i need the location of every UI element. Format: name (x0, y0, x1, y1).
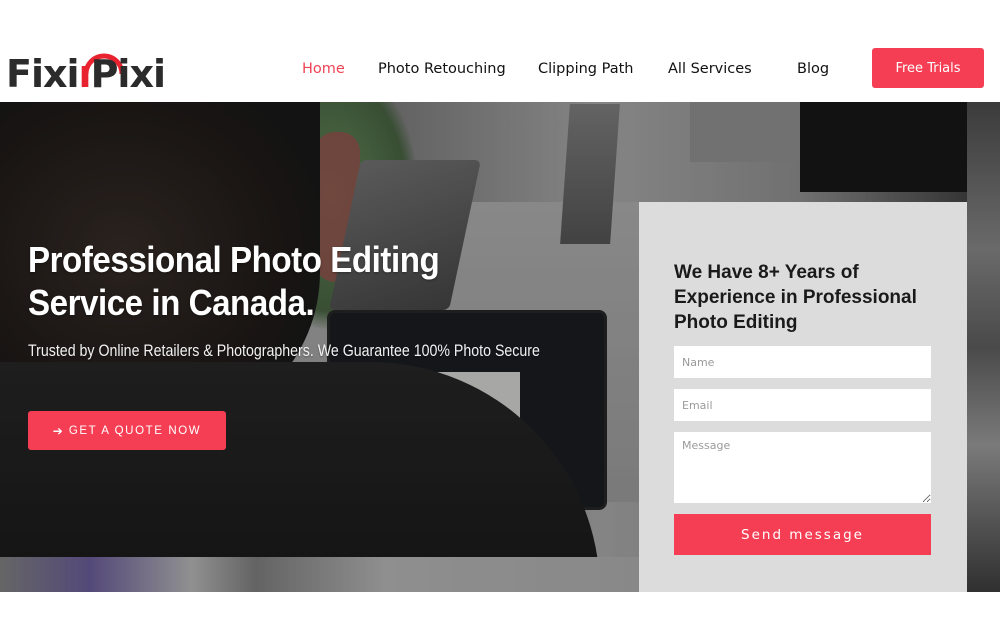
message-textarea[interactable] (674, 432, 931, 503)
contact-form-heading: We Have 8+ Years of Experience in Profes… (674, 262, 917, 333)
logo-text-red-i: ı (78, 52, 92, 96)
free-trials-button[interactable]: Free Trials (872, 48, 984, 88)
site-logo[interactable]: FixiıPixi (6, 44, 166, 96)
name-input[interactable] (674, 346, 931, 378)
logo-text: FixiıPixi (6, 52, 166, 96)
contact-form-panel: We Have 8+ Years of Experience in Profes… (639, 202, 967, 592)
nav-item-all-services[interactable]: All Services (668, 58, 752, 80)
get-quote-label: GET A QUOTE NOW (68, 424, 202, 437)
nav-item-blog[interactable]: Blog (797, 58, 829, 80)
nav-item-clipping-path[interactable]: Clipping Path (538, 58, 633, 80)
hero-title: Professional Photo Editing Service in Ca… (28, 239, 440, 323)
nav-item-home[interactable]: Home (302, 58, 345, 80)
nav-item-photo-retouching[interactable]: Photo Retouching (378, 58, 506, 80)
logo-text-p: P (90, 52, 119, 96)
email-input[interactable] (674, 389, 931, 421)
hero-subtitle: Trusted by Online Retailers & Photograph… (28, 342, 540, 360)
logo-text-fixi: Fixi (6, 52, 80, 96)
send-message-button[interactable]: Send message (674, 514, 931, 555)
hero-photo-right-edge (967, 102, 1000, 592)
logo-text-ixi: ixi (117, 52, 166, 96)
get-quote-button[interactable]: ➔ GET A QUOTE NOW (28, 411, 226, 450)
arrow-right-icon: ➔ (52, 423, 63, 438)
site-header: FixiıPixi Home Photo Retouching Clipping… (0, 0, 1000, 102)
